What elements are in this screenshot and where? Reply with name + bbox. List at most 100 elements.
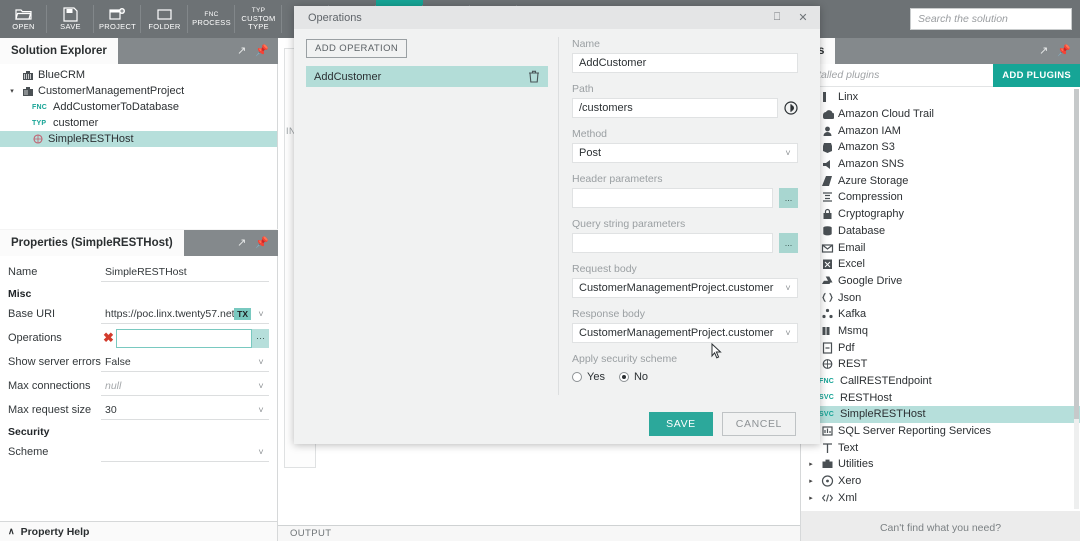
cant-find-banner: Can't find what you need? [800, 511, 1080, 541]
toolbar-project-button[interactable]: PROJECT [94, 0, 141, 38]
radio-yes[interactable] [572, 372, 582, 382]
header-parameters-input[interactable] [572, 188, 773, 208]
operations-input[interactable] [116, 328, 252, 348]
tree-item-bluecrm[interactable]: BlueCRM [0, 67, 277, 83]
query-parameters-ellipsis-button[interactable]: ... [779, 233, 798, 253]
chevron-down-icon[interactable]: ˅ [253, 309, 269, 319]
restore-icon[interactable]: ⎕ [764, 6, 790, 29]
method-dropdown[interactable]: Post ˅ [572, 143, 798, 163]
property-row-max-request-size: Max request size 30 ˅ [0, 398, 277, 422]
plugin-item-callrestendpoint[interactable]: FNC CallRESTEndpoint [801, 373, 1080, 390]
twisty[interactable]: ▸ [805, 460, 817, 468]
chevron-down-icon[interactable]: ˅ [253, 381, 269, 391]
chevron-down-icon[interactable]: ˅ [253, 447, 269, 457]
solution-explorer-tab[interactable]: Solution Explorer [0, 38, 118, 64]
info-icon[interactable] [784, 101, 798, 115]
search-input[interactable]: Search the solution [910, 8, 1072, 30]
scheme-dropdown[interactable]: ˅ [101, 442, 269, 462]
plugin-item-xero[interactable]: ▸ Xero [801, 473, 1080, 490]
tree-item-simpleresthost[interactable]: SimpleRESTHost [0, 131, 277, 147]
chevron-down-icon[interactable]: ˅ [779, 283, 797, 293]
pin-icon[interactable]: 📌 [255, 45, 269, 57]
pin-icon[interactable]: 📌 [255, 237, 269, 249]
security-option-yes[interactable]: Yes [572, 371, 605, 383]
tree-item-customermanagementproject[interactable]: ▾ CustomerManagementProject [0, 83, 277, 99]
plugins-scrollbar-thumb[interactable] [1074, 89, 1079, 419]
plugins-scrollbar[interactable] [1074, 89, 1079, 509]
tree-item-customer[interactable]: TYP customer [0, 115, 277, 131]
plugin-item-utilities[interactable]: ▸ Utilities [801, 456, 1080, 473]
plugin-item-xml[interactable]: ▸ Xml [801, 490, 1080, 507]
tx-badge[interactable]: TX [234, 307, 251, 320]
trash-icon[interactable] [528, 70, 540, 83]
plugin-item-kafka[interactable]: Kafka [801, 306, 1080, 323]
close-icon[interactable]: ✕ [790, 6, 816, 29]
property-row-max-connections: Max connections null ˅ [0, 374, 277, 398]
operation-list-item[interactable]: AddCustomer [306, 66, 548, 87]
plugin-item-database[interactable]: Database [801, 223, 1080, 240]
add-operation-button[interactable]: ADD OPERATION [306, 39, 408, 58]
chevron-down-icon[interactable]: ˅ [253, 357, 269, 367]
plugin-item-cryptography[interactable]: Cryptography [801, 206, 1080, 223]
plugin-item-rest[interactable]: REST [801, 356, 1080, 373]
plugin-item-label: REST [838, 358, 868, 371]
operations-ellipsis-button[interactable]: ⋯ [252, 328, 269, 348]
plugin-item-compression[interactable]: Compression [801, 189, 1080, 206]
save-button[interactable]: SAVE [649, 411, 713, 436]
show-server-errors-dropdown[interactable]: False ˅ [101, 352, 269, 372]
twisty[interactable]: ▸ [805, 477, 817, 485]
request-body-dropdown[interactable]: CustomerManagementProject.customer ˅ [572, 278, 798, 298]
plugin-item-json[interactable]: Json [801, 289, 1080, 306]
header-parameters-ellipsis-button[interactable]: ... [779, 188, 798, 208]
plugin-item-amazon-iam[interactable]: Amazon IAM [801, 122, 1080, 139]
radio-no[interactable] [618, 372, 629, 382]
plugin-item-text[interactable]: Text [801, 439, 1080, 456]
toolbar-save-button[interactable]: SAVE [47, 0, 94, 38]
plugin-item-pdf[interactable]: Pdf [801, 339, 1080, 356]
toolbar-open-button[interactable]: OPEN [0, 0, 47, 38]
cancel-button[interactable]: CANCEL [721, 411, 796, 436]
tree-item-addcustomertodatabase[interactable]: FNC AddCustomerToDatabase [0, 99, 277, 115]
query-parameters-input[interactable] [572, 233, 773, 253]
plugin-item-amazon-sns[interactable]: Amazon SNS [801, 156, 1080, 173]
chevron-down-icon[interactable]: ˅ [779, 328, 797, 338]
expand-icon[interactable]: ↗ [237, 237, 246, 249]
output-panel-bar[interactable]: OUTPUT [278, 525, 800, 541]
plugin-item-amazon-s3[interactable]: Amazon S3 [801, 139, 1080, 156]
plugin-item-google-drive[interactable]: Google Drive [801, 273, 1080, 290]
response-body-dropdown[interactable]: CustomerManagementProject.customer ˅ [572, 323, 798, 343]
plugin-item-amazon-cloud-trail[interactable]: Amazon Cloud Trail [801, 106, 1080, 123]
path-input[interactable]: /customers [572, 98, 778, 118]
operation-name-input[interactable]: AddCustomer [572, 53, 798, 73]
chevron-down-icon[interactable]: ˅ [253, 405, 269, 415]
plugin-item-resthost[interactable]: SVC RESTHost [801, 389, 1080, 406]
plugin-item-email[interactable]: Email [801, 239, 1080, 256]
pin-icon[interactable]: 📌 [1057, 45, 1071, 57]
base-uri-field[interactable]: https://poc.linx.twenty57.net/d TX ˅ [101, 304, 269, 324]
max-request-size-dropdown[interactable]: 30 ˅ [101, 400, 269, 420]
max-connections-dropdown[interactable]: null ˅ [101, 376, 269, 396]
toolbar-folder-button[interactable]: FOLDER [141, 0, 188, 38]
twisty[interactable]: ▾ [6, 87, 18, 95]
chevron-down-icon[interactable]: ˅ [779, 148, 797, 158]
add-plugins-button[interactable]: ADD PLUGINS [993, 64, 1080, 87]
toolbar-process-button[interactable]: FNC PROCESS [188, 0, 235, 38]
plugin-item-simpleresthost[interactable]: SVC SimpleRESTHost [801, 406, 1080, 423]
plugin-item-azure-storage[interactable]: Azure Storage [801, 172, 1080, 189]
security-option-no[interactable]: No [618, 371, 648, 383]
tree-item-label: customer [53, 117, 99, 129]
chevron-up-icon[interactable]: ∧ [8, 526, 15, 537]
plugin-item-sql-server-reporting-services[interactable]: SQL Server Reporting Services [801, 423, 1080, 440]
plugins-search-input[interactable]: nstalled plugins [801, 64, 994, 87]
plugin-item-linx[interactable]: Linx [801, 89, 1080, 106]
property-help-bar[interactable]: ∧ Property Help [0, 521, 278, 541]
name-field[interactable]: SimpleRESTHost [101, 262, 269, 282]
expand-icon[interactable]: ↗ [1039, 45, 1048, 57]
plugin-item-msmq[interactable]: Msmq [801, 323, 1080, 340]
toolbar-custom-type-button[interactable]: TYP CUSTOM TYPE [235, 0, 282, 38]
dialog-titlebar[interactable]: Operations ⎕ ✕ [294, 6, 820, 29]
plugin-item-excel[interactable]: Excel [801, 256, 1080, 273]
twisty[interactable]: ▸ [805, 494, 817, 502]
expand-icon[interactable]: ↗ [237, 45, 246, 57]
properties-tab[interactable]: Properties (SimpleRESTHost) [0, 230, 184, 256]
